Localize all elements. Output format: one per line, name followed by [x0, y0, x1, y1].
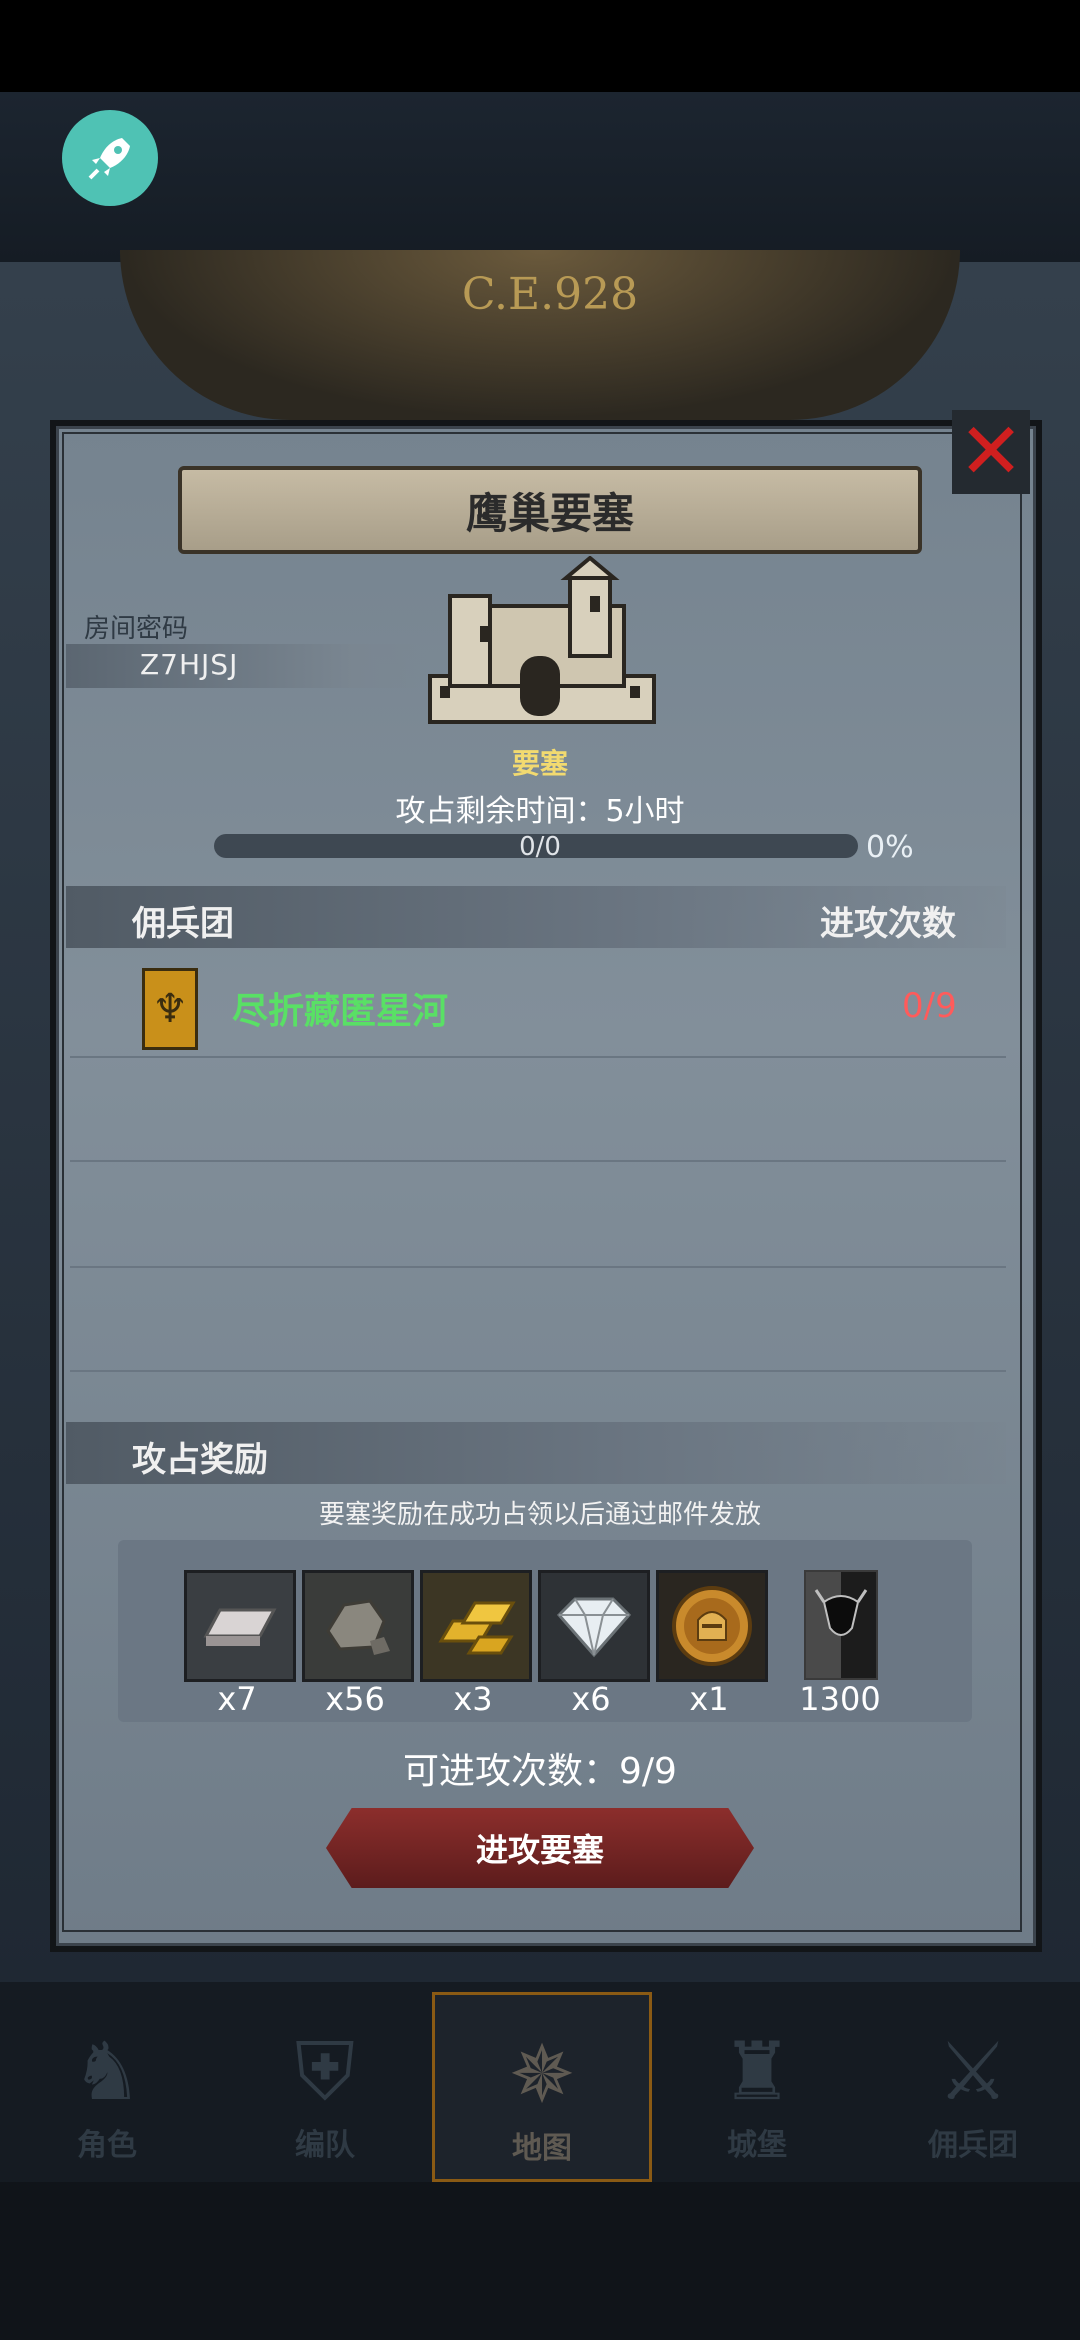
stone-ore-icon[interactable] — [302, 1570, 414, 1682]
available-attacks: 可进攻次数：9/9 — [403, 1751, 677, 1792]
reward-qty: x3 — [453, 1680, 493, 1718]
time-remaining: 攻占剩余时间：5小时 — [395, 794, 685, 829]
nav-label: 角色 — [77, 2128, 137, 2163]
nav-label: 编队 — [295, 2128, 355, 2163]
row-divider — [70, 1056, 1006, 1058]
progress-value: 0/0 — [519, 832, 561, 862]
nav-item-formation[interactable]: ⛨ 编队 — [218, 1992, 432, 2176]
row-divider — [70, 1370, 1006, 1372]
system-bottom-bar — [0, 2182, 1080, 2340]
mercenary-attack-count: 0/9 — [902, 986, 957, 1026]
helmet-icon: ⛨ — [295, 2025, 355, 2118]
room-password-label: 房间密码 — [84, 614, 189, 644]
row-divider — [70, 1160, 1006, 1162]
reward-qty: x56 — [325, 1680, 385, 1718]
status-bar — [0, 0, 1080, 92]
progress-percent: 0% — [866, 830, 914, 865]
era-label: C.E.928 — [461, 269, 639, 320]
knight-coin-icon[interactable] — [656, 1570, 768, 1682]
bull-banner-icon[interactable] — [804, 1570, 878, 1680]
compass-icon: ✵ — [508, 2028, 576, 2121]
reward-qty: x6 — [571, 1680, 611, 1718]
gold-bars-icon[interactable] — [420, 1570, 532, 1682]
reward-qty: x7 — [217, 1680, 257, 1718]
close-icon: ✕ — [958, 407, 1024, 497]
fortress-icon — [428, 556, 656, 724]
mercenary-icon: ⚔ — [937, 2025, 1009, 2118]
top-bar — [0, 92, 1080, 262]
room-code: Z7HJSJ — [140, 648, 239, 681]
knight-icon: ♞ — [71, 2025, 143, 2118]
nav-item-mercenary[interactable]: ⚔ 佣兵团 — [866, 1992, 1080, 2176]
rocket-icon — [88, 138, 130, 180]
rocket-button[interactable] — [62, 110, 158, 206]
row-divider — [70, 1266, 1006, 1268]
nav-item-castle[interactable]: ♜ 城堡 — [650, 1992, 864, 2176]
reward-qty: 1300 — [799, 1680, 881, 1718]
mercenary-header: 佣兵团 — [132, 904, 234, 944]
mercenary-banner-icon: ♆ — [142, 968, 198, 1050]
attack-count-header: 进攻次数 — [820, 904, 956, 944]
nav-label: 地图 — [512, 2131, 572, 2166]
reward-note: 要塞奖励在成功占领以后通过邮件发放 — [318, 1500, 761, 1530]
room-code-background — [66, 644, 426, 688]
rewards-header: 攻占奖励 — [132, 1440, 268, 1480]
nav-label: 佣兵团 — [928, 2128, 1018, 2163]
nav-item-character[interactable]: ♞ 角色 — [0, 1992, 214, 2176]
attack-fortress-button[interactable]: 进攻要塞 — [326, 1808, 754, 1888]
close-button[interactable]: ✕ — [952, 410, 1030, 494]
diamond-icon[interactable] — [538, 1570, 650, 1682]
silver-ingot-icon[interactable] — [184, 1570, 296, 1682]
castle-icon: ♜ — [721, 2025, 793, 2118]
fortress-label: 要塞 — [511, 747, 568, 780]
nav-label: 城堡 — [727, 2128, 787, 2163]
reward-qty: x1 — [689, 1680, 729, 1718]
modal-title: 鹰巢要塞 — [178, 466, 922, 554]
nav-item-map[interactable]: ✵ 地图 — [432, 1992, 652, 2182]
mercenary-name[interactable]: 尽折藏匿星河 — [232, 982, 448, 1034]
